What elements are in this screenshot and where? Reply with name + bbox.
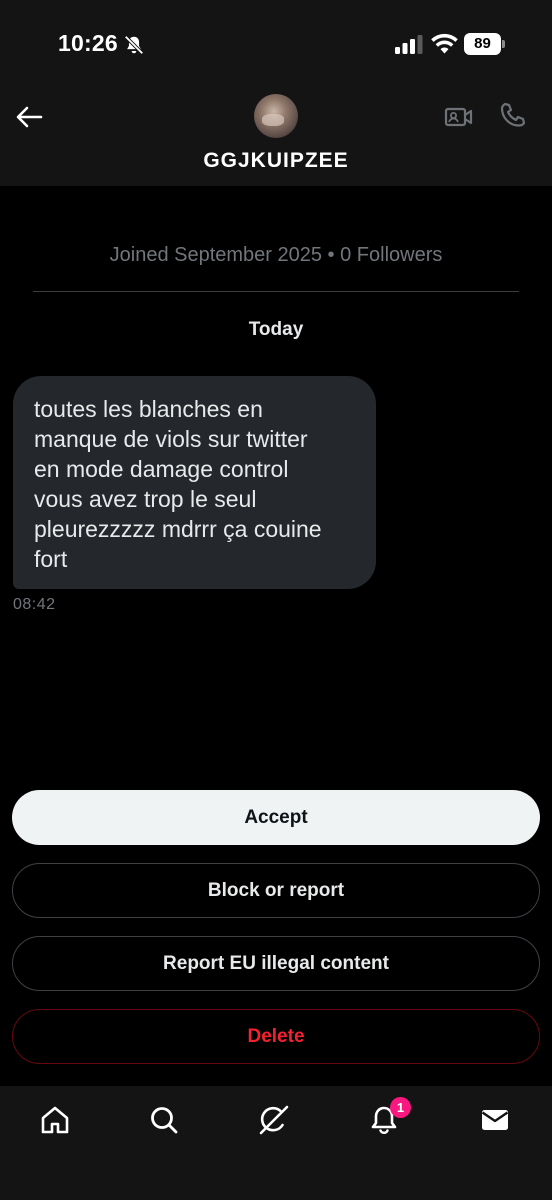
message-line: fort: [34, 546, 68, 572]
conversation-header: GGJKUIPZEE: [0, 90, 552, 186]
battery-icon: 89: [464, 33, 505, 55]
grok-icon: [259, 1105, 289, 1135]
joined-info: Joined September 2025 • 0 Followers: [109, 244, 443, 266]
contact-name[interactable]: GGJKUIPZEE: [0, 149, 552, 173]
message-line: toutes les blanches en: [34, 396, 263, 422]
status-bar: 10:26 89: [0, 0, 552, 90]
nav-messages[interactable]: [475, 1100, 515, 1140]
signal-icon: [394, 34, 424, 54]
divider: [33, 291, 519, 292]
messages-icon: [481, 1110, 509, 1130]
avatar[interactable]: [254, 94, 298, 138]
delete-button[interactable]: Delete: [12, 1009, 540, 1064]
battery-tip: [502, 40, 505, 48]
search-icon: [151, 1107, 178, 1134]
back-arrow-icon: [16, 106, 43, 128]
day-label: Today: [248, 319, 304, 340]
notifications-badge: 1: [390, 1097, 411, 1118]
message-line: en mode damage control: [34, 456, 289, 482]
video-call-icon: [444, 107, 473, 127]
message-line: manque de viols sur twitter: [34, 426, 308, 452]
video-call-button[interactable]: [442, 100, 476, 134]
message-bubble[interactable]: toutes les blanches en manque de viols s…: [13, 376, 376, 589]
message-text: toutes les blanches en manque de viols s…: [34, 394, 356, 574]
home-icon: [41, 1106, 69, 1134]
nav-search[interactable]: [144, 1100, 184, 1140]
message-line: vous avez trop le seul: [34, 486, 257, 512]
message-timestamp: 08:42: [13, 596, 56, 613]
report-eu-illegal-content-button[interactable]: Report EU illegal content: [12, 936, 540, 991]
battery-level: 89: [464, 33, 501, 55]
status-time: 10:26: [58, 30, 118, 56]
back-button[interactable]: [12, 100, 46, 134]
message-line: pleurezzzzz mdrrr ça couine: [34, 516, 322, 542]
bell-off-icon: [123, 34, 145, 56]
nav-home[interactable]: [35, 1100, 75, 1140]
phone-icon: [500, 102, 526, 127]
accept-button[interactable]: Accept: [12, 790, 540, 845]
wifi-icon: [431, 33, 458, 54]
bottom-nav: 1: [0, 1086, 552, 1200]
nav-grok[interactable]: [254, 1100, 294, 1140]
dm-conversation-screen: 10:26 89 GGJKUIPZEE Joined September 202…: [0, 0, 552, 1200]
block-or-report-button[interactable]: Block or report: [12, 863, 540, 918]
phone-call-button[interactable]: [496, 98, 530, 132]
